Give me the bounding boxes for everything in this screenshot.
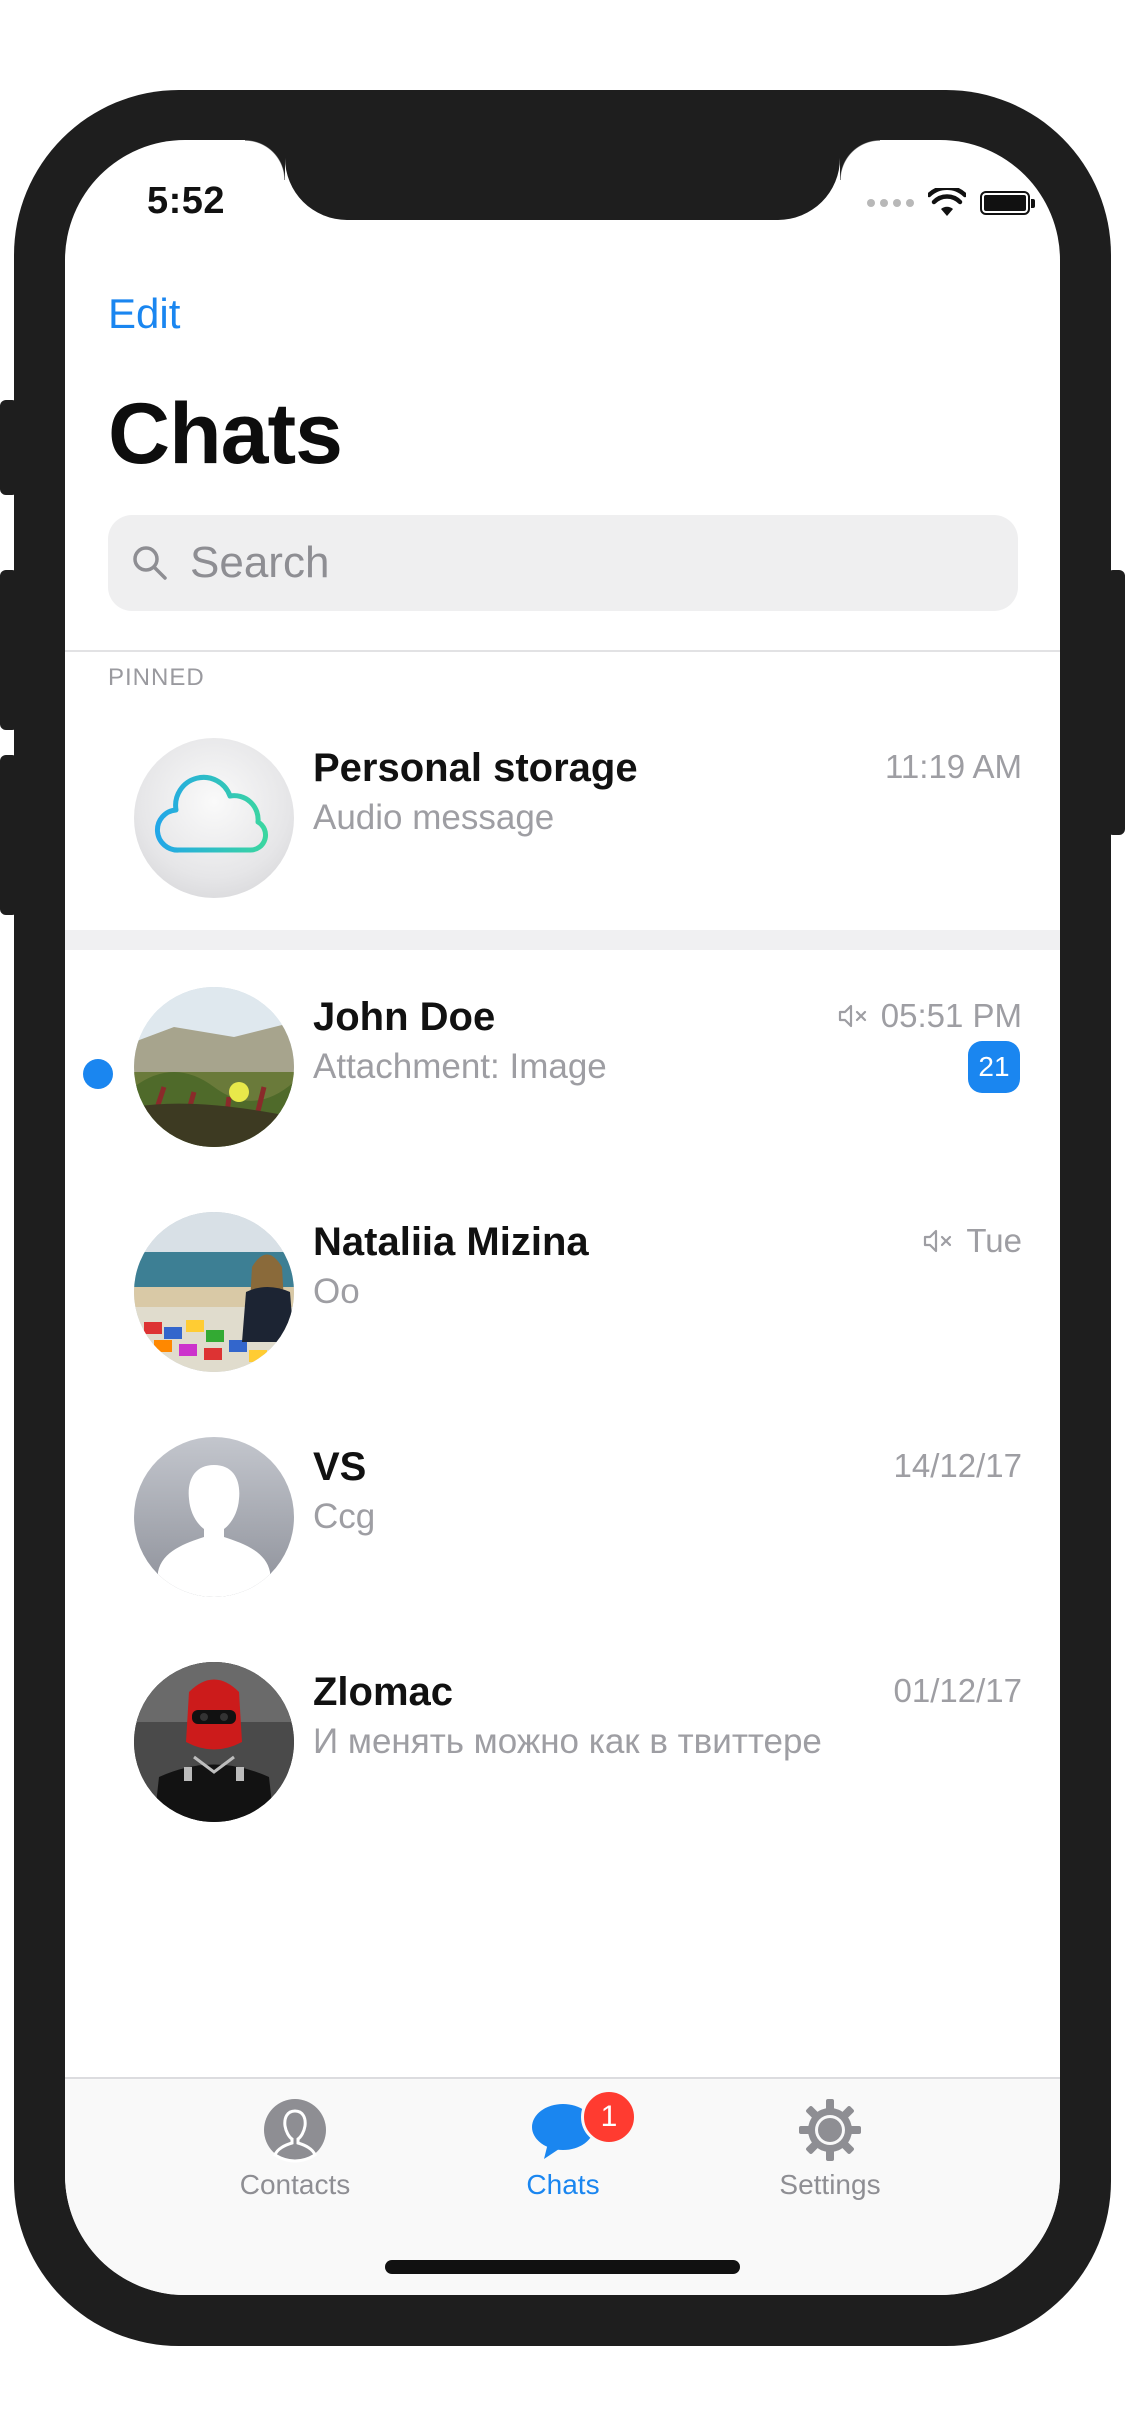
chat-row-zlomac[interactable]: Zlomac И менять можно как в твиттере 01/… [65,1662,1060,1842]
avatar [134,1662,294,1822]
avatar [134,1212,294,1372]
cloud-icon [154,774,269,853]
chat-time-text: 11:19 AM [885,748,1022,785]
gear-icon [799,2099,861,2161]
search-icon [133,546,167,580]
chat-last-message: Ccg [313,1497,376,1536]
chat-time: 11:19 AM [885,748,1022,786]
tab-label: Contacts [239,2169,351,2200]
page-title: Chats [108,386,343,482]
search-bar[interactable] [108,515,1018,611]
avatar-photo [134,987,294,1147]
mute-icon [838,1004,866,1028]
chat-name: Personal storage [313,746,638,790]
contacts-icon [264,2099,326,2163]
pinned-section-label: PINNED [108,664,205,691]
chat-row-personal-storage[interactable]: Personal storage Audio message 11:19 AM [65,738,1060,918]
avatar [134,738,294,898]
tab-contacts[interactable]: Contacts [175,2097,415,2201]
chat-name: Zlomac [313,1670,454,1714]
chats-badge: 1 [581,2089,637,2145]
battery-icon [980,191,1035,215]
tab-chats[interactable]: 1 Chats [443,2089,683,2201]
home-indicator[interactable] [385,2260,740,2274]
tab-label: Settings [779,2169,881,2200]
phone-screen: 5:52 Edit Chats PINNED [65,140,1060,2295]
status-indicators [867,188,1035,218]
chat-row-vs[interactable]: VS Ccg 14/12/17 [65,1437,1060,1617]
avatar-photo [134,1212,294,1372]
avatar-photo [134,1662,294,1822]
chat-last-message: Attachment: Image [313,1047,607,1086]
avatar [134,1437,294,1597]
wifi-icon [928,188,966,216]
chat-time-text: 05:51 PM [880,997,1022,1034]
person-silhouette-icon [158,1465,270,1597]
unread-count-badge: 21 [968,1041,1020,1093]
pinned-separator [65,930,1060,950]
edit-button[interactable]: Edit [108,290,180,338]
chat-row-john-doe[interactable]: John Doe Attachment: Image 05:51 PM 21 [65,987,1060,1167]
chat-last-message: Oo [313,1272,360,1311]
chat-time: 05:51 PM [837,997,1022,1035]
avatar [134,987,294,1147]
chat-last-message: И менять можно как в твиттере [313,1722,822,1761]
tab-settings[interactable]: Settings [710,2097,950,2201]
chat-time-text: 01/12/17 [893,1672,1022,1709]
chat-last-message: Audio message [313,798,555,837]
divider [65,650,1060,652]
signal-dots-icon [867,199,914,207]
tab-label: Chats [526,2169,600,2200]
chat-time-text: 14/12/17 [893,1447,1022,1484]
notch [245,140,880,220]
chat-time: 01/12/17 [894,1672,1022,1710]
status-time: 5:52 [147,180,226,222]
search-input[interactable] [188,537,992,589]
chat-name: John Doe [313,995,496,1039]
chat-row-nataliia-mizina[interactable]: Nataliia Mizina Oo Tue [65,1212,1060,1392]
chat-name: Nataliia Mizina [313,1220,589,1264]
chat-time-text: Tue [966,1222,1022,1259]
chat-time: 14/12/17 [894,1447,1022,1485]
unread-indicator [83,1059,113,1089]
chat-name: VS [313,1445,367,1489]
chat-time: Tue [922,1222,1022,1260]
mute-icon [924,1229,952,1253]
